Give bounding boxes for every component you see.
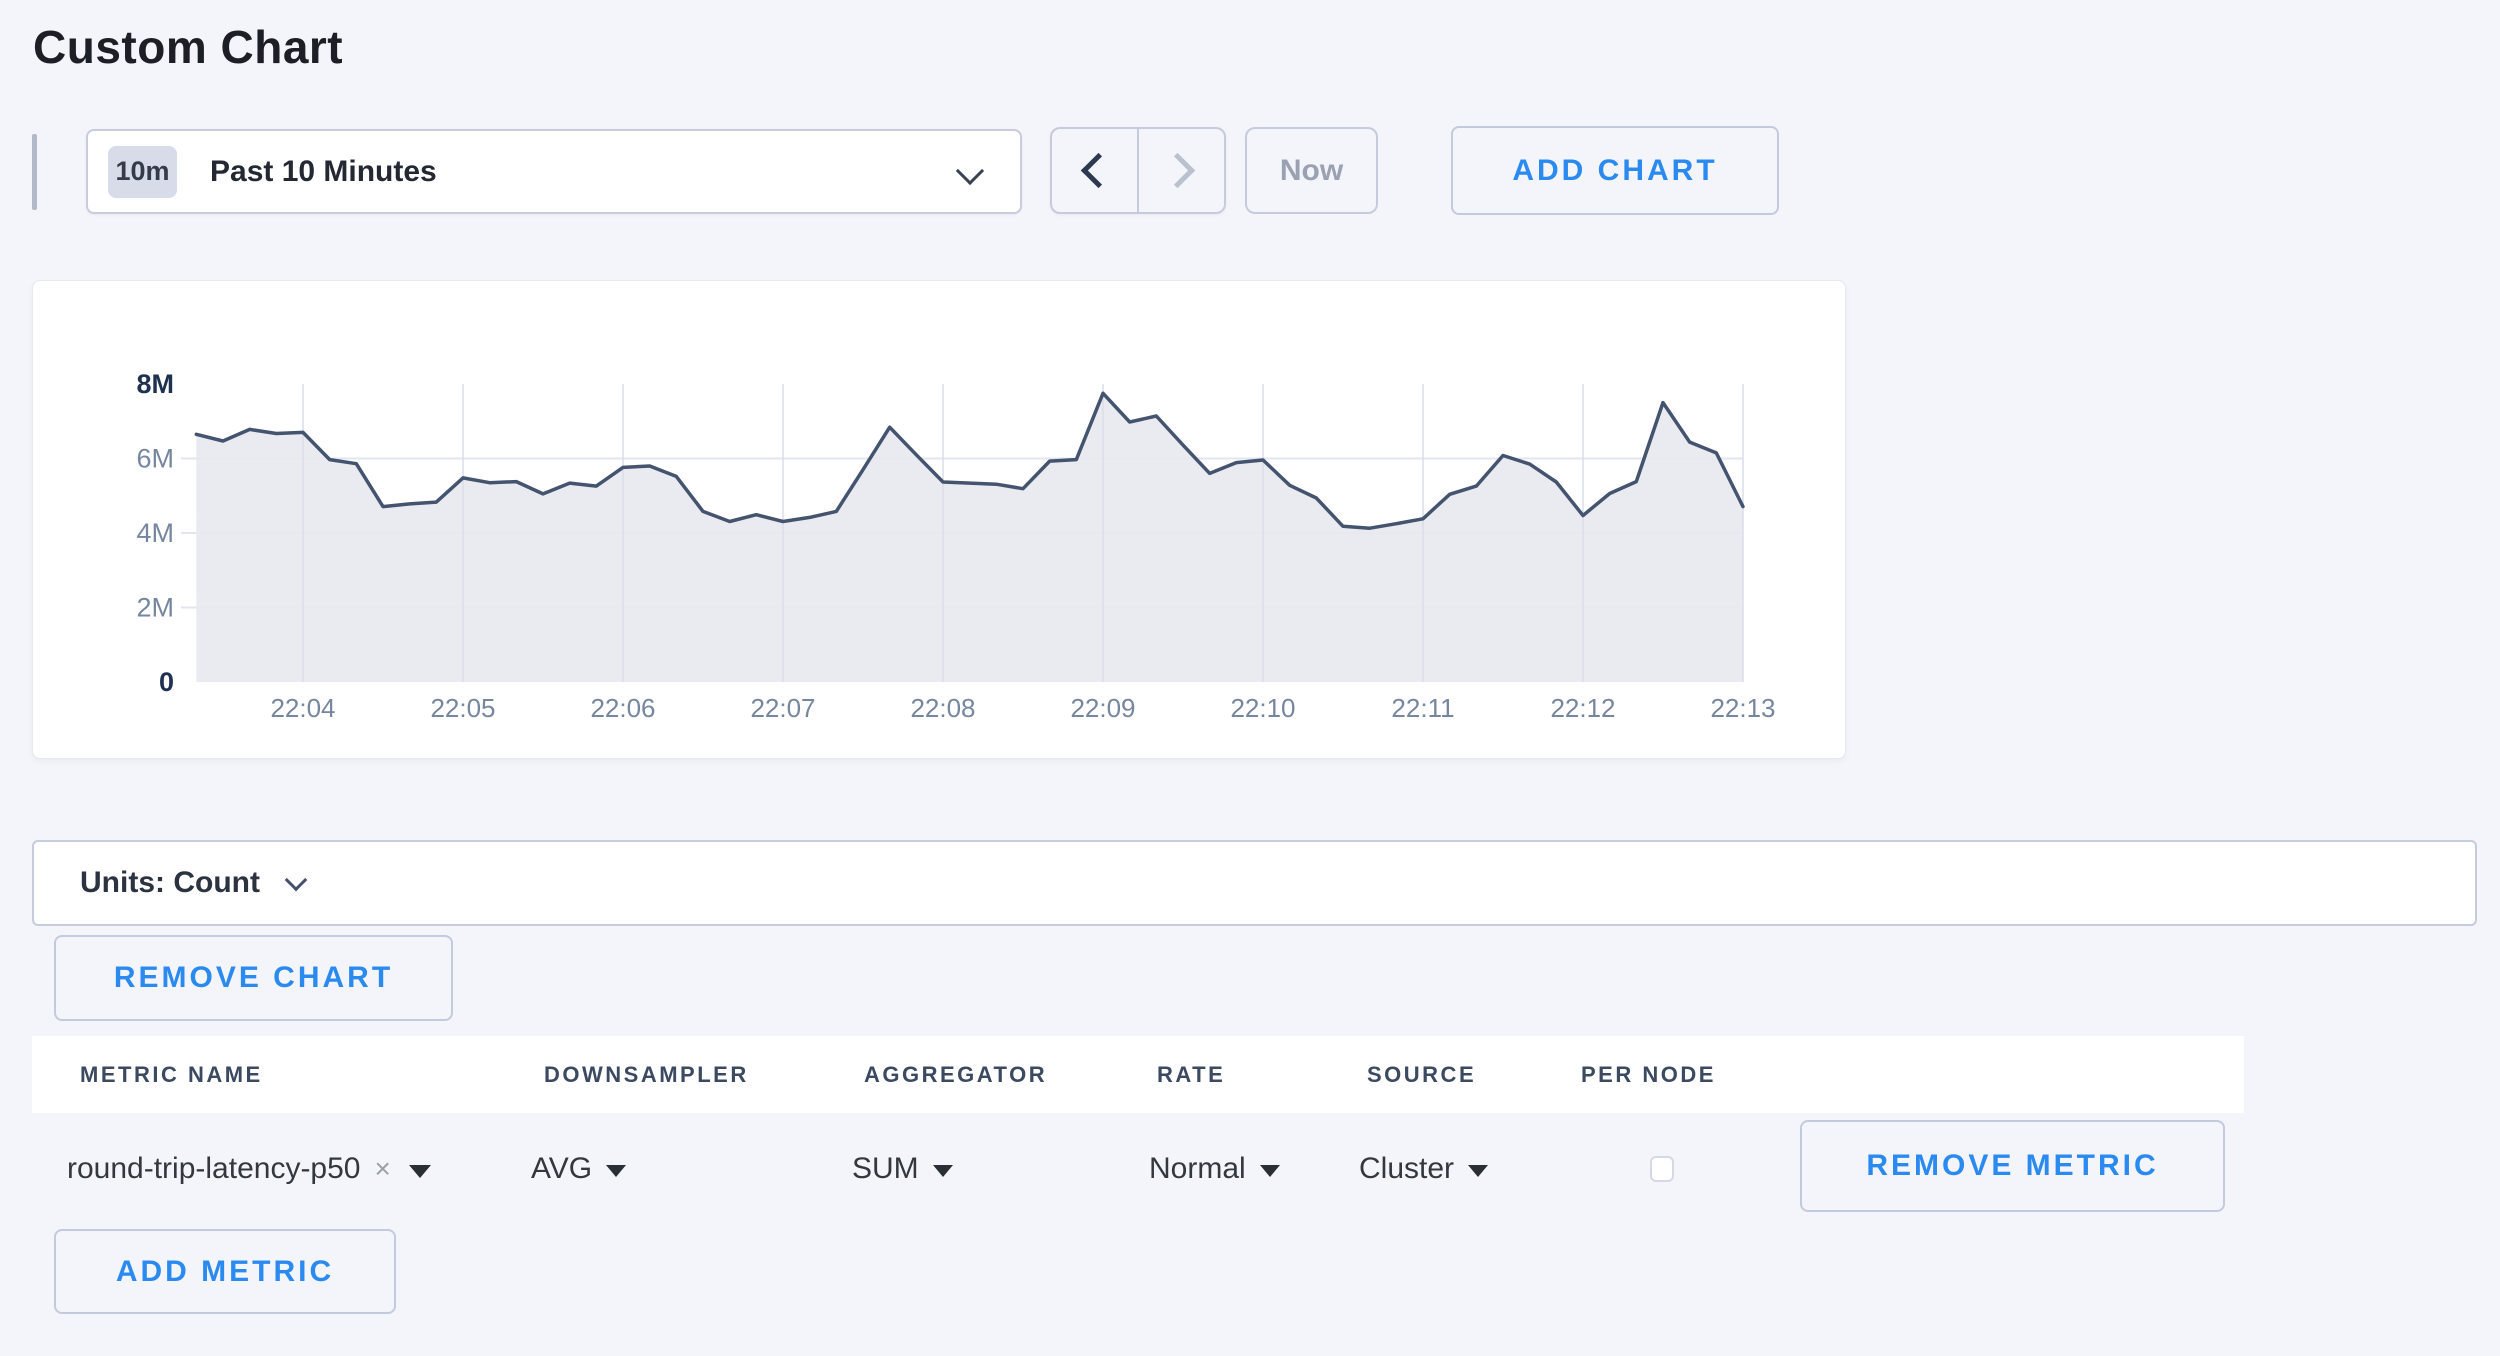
column-header-rate: RATE — [1157, 1062, 1225, 1088]
add-metric-button[interactable]: ADD METRIC — [54, 1229, 396, 1314]
x-axis-tick-label: 22:05 — [430, 693, 495, 723]
caret-down-icon — [409, 1165, 431, 1178]
add-chart-button[interactable]: ADD CHART — [1451, 126, 1779, 215]
remove-metric-button[interactable]: REMOVE METRIC — [1800, 1120, 2225, 1212]
page-title: Custom Chart — [33, 20, 343, 74]
metric-name-dropdown[interactable]: round-trip-latency-p50 × — [67, 1152, 431, 1186]
chevron-left-icon — [1081, 153, 1116, 188]
chevron-right-icon — [1160, 153, 1195, 188]
metric-name-value: round-trip-latency-p50 — [67, 1152, 360, 1186]
source-value: Cluster — [1359, 1152, 1454, 1186]
metrics-table-header — [32, 1036, 2244, 1113]
x-axis-tick-label: 22:09 — [1070, 693, 1135, 723]
now-button[interactable]: Now — [1245, 127, 1378, 214]
x-axis-tick-label: 22:11 — [1391, 693, 1454, 723]
y-axis-tick-label: 6M — [136, 444, 174, 474]
x-axis-tick-label: 22:04 — [270, 693, 335, 723]
time-nav-group — [1050, 127, 1226, 214]
caret-down-icon — [1260, 1165, 1280, 1177]
caret-down-icon — [1468, 1165, 1488, 1177]
units-label: Units: Count — [80, 866, 260, 900]
per-node-checkbox[interactable] — [1650, 1156, 1674, 1182]
caret-down-icon — [606, 1165, 626, 1177]
units-dropdown[interactable]: Units: Count — [32, 840, 2477, 926]
column-header-per-node: PER NODE — [1581, 1062, 1716, 1088]
x-axis-tick-label: 22:12 — [1550, 693, 1615, 723]
x-axis-tick-label: 22:10 — [1230, 693, 1295, 723]
custom-chart-page: Custom Chart 10m Past 10 Minutes Now ADD… — [0, 0, 2500, 1356]
remove-tag-icon[interactable]: × — [374, 1153, 390, 1185]
column-header-metric-name: METRIC NAME — [80, 1062, 263, 1088]
source-dropdown[interactable]: Cluster — [1359, 1152, 1488, 1186]
aggregator-dropdown[interactable]: SUM — [852, 1152, 953, 1186]
aggregator-value: SUM — [852, 1152, 919, 1186]
column-header-downsampler: DOWNSAMPLER — [544, 1062, 749, 1088]
remove-chart-button[interactable]: REMOVE CHART — [54, 935, 453, 1021]
chevron-down-icon — [285, 869, 308, 892]
x-axis-tick-label: 22:06 — [590, 693, 655, 723]
column-header-aggregator: AGGREGATOR — [864, 1062, 1047, 1088]
x-axis-tick-label: 22:08 — [910, 693, 975, 723]
x-axis-tick-label: 22:13 — [1710, 693, 1775, 723]
chevron-down-icon — [956, 157, 984, 185]
chart-panel: 0 2M 4M 6M 8M 22:04 22:05 22:06 22:07 22:08 22:09 2… — [32, 280, 1846, 759]
downsampler-value: AVG — [531, 1152, 592, 1186]
y-axis-tick-label: 0 — [159, 667, 174, 697]
time-range-dropdown[interactable]: 10m Past 10 Minutes — [86, 129, 1022, 214]
column-header-source: SOURCE — [1367, 1062, 1476, 1088]
caret-down-icon — [933, 1165, 953, 1177]
y-axis-tick-label: 2M — [136, 593, 174, 623]
y-axis-tick-label: 8M — [136, 369, 174, 399]
time-back-button[interactable] — [1052, 129, 1139, 212]
rate-dropdown[interactable]: Normal — [1149, 1152, 1280, 1186]
time-range-label: Past 10 Minutes — [210, 155, 437, 189]
series-area-fill — [196, 393, 1743, 682]
time-forward-button[interactable] — [1139, 129, 1224, 212]
toolbar-divider — [32, 134, 37, 210]
rate-value: Normal — [1149, 1152, 1246, 1186]
x-axis-tick-label: 22:07 — [750, 693, 815, 723]
downsampler-dropdown[interactable]: AVG — [531, 1152, 626, 1186]
timeseries-area-chart[interactable]: 0 2M 4M 6M 8M 22:04 22:05 22:06 22:07 22:08 22:09 2… — [33, 281, 1847, 760]
time-scale-badge: 10m — [108, 146, 177, 198]
y-axis-tick-label: 4M — [136, 518, 174, 548]
